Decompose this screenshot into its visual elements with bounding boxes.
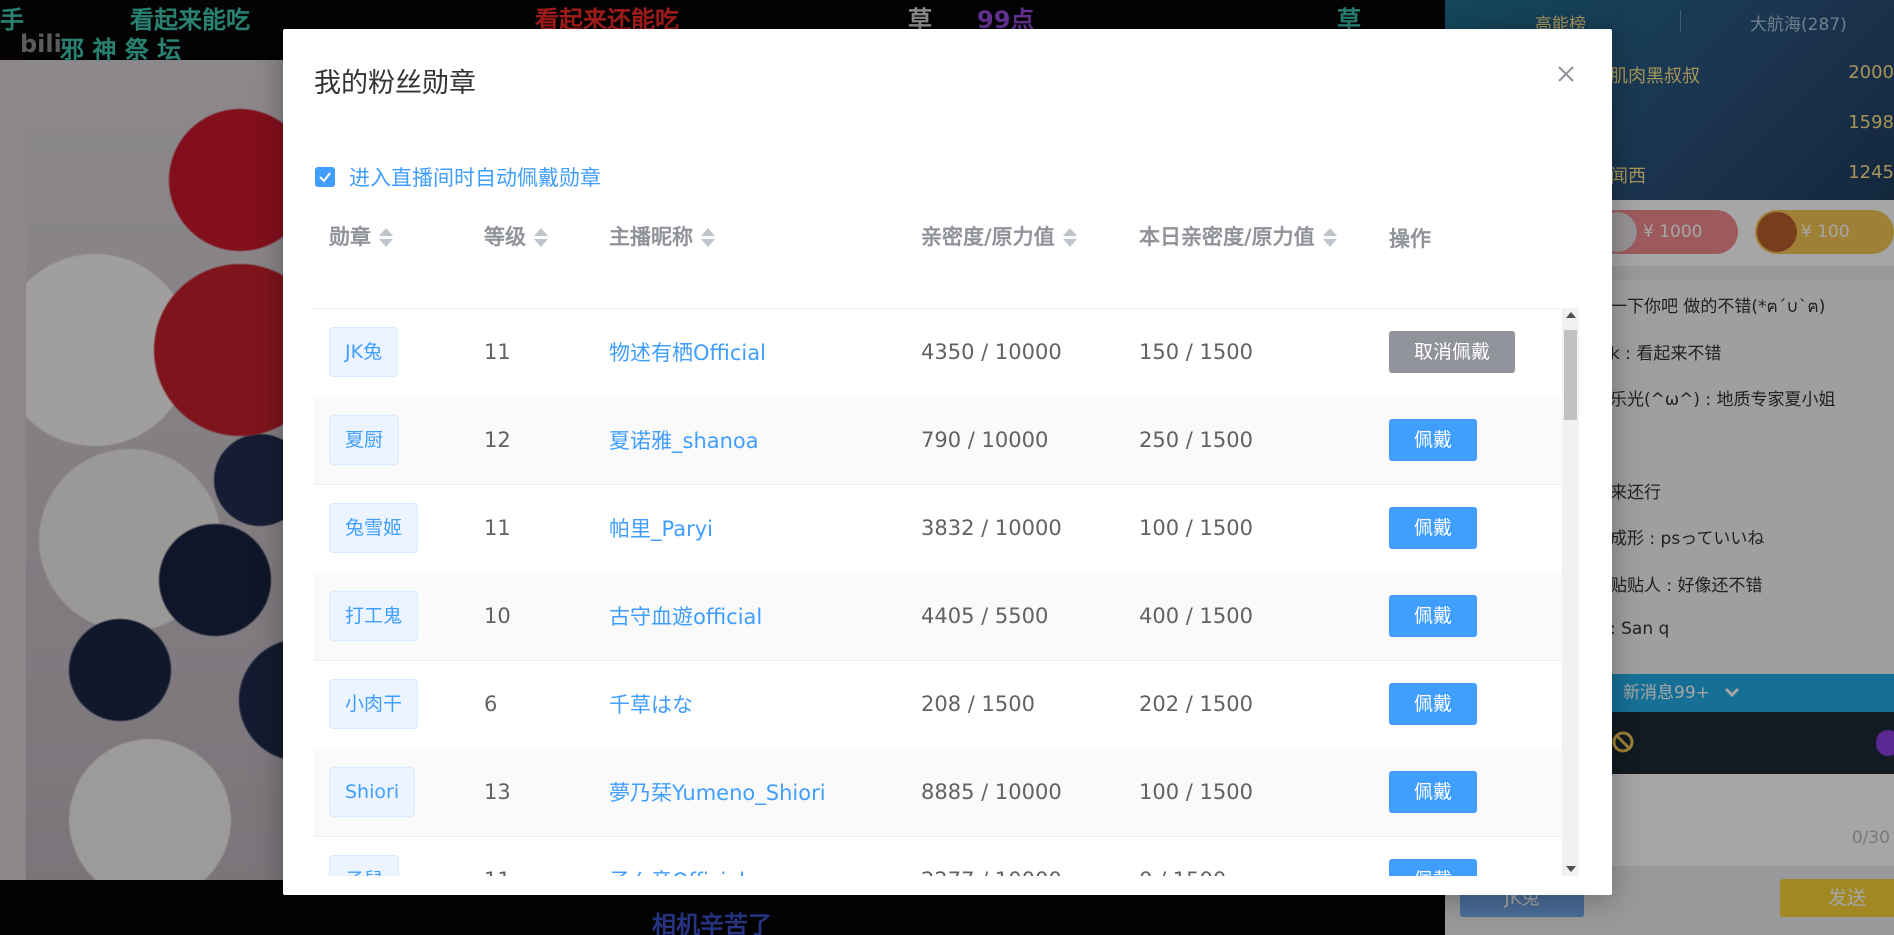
table-row: 夏厨 12 夏诺雅_shanoa 790 / 10000 250 / 1500 … [314,396,1562,485]
table-row: JK兔 11 物述有栖Official 4350 / 10000 150 / 1… [314,308,1562,397]
auto-wear-label: 进入直播间时自动佩戴勋章 [349,166,601,190]
intimacy-cell: 4350 / 10000 [921,340,1062,364]
sort-icon[interactable] [379,226,393,248]
medal-tag[interactable]: 夏厨 [329,415,400,465]
anchor-link[interactable]: 子ん音Official [609,865,745,876]
level-cell: 11 [484,340,511,364]
intimacy-cell: 3832 / 10000 [921,516,1062,540]
column-label: 等级 [484,225,526,249]
anchor-link[interactable]: 夏诺雅_shanoa [609,425,759,455]
medal-tag[interactable]: 小肉干 [329,679,419,729]
anchor-link[interactable]: 物述有栖Official [609,337,766,367]
column-label: 勋章 [329,225,371,249]
column-header-anchor[interactable]: 主播昵称 [609,212,715,308]
intimacy-cell: 4405 / 5500 [921,604,1049,628]
column-header-action: 操作 [1389,212,1431,308]
today-cell: 250 / 1500 [1139,428,1253,452]
wear-button[interactable]: 佩戴 [1389,507,1478,549]
table-row: Shiori 13 夢乃栞Yumeno_Shiori 8885 / 10000 … [314,748,1562,837]
sort-icon[interactable] [701,226,715,248]
medal-tag[interactable]: 子鼠 [329,855,400,876]
unwear-button[interactable]: 取消佩戴 [1389,331,1516,373]
medal-tag[interactable]: Shiori [329,767,416,817]
auto-wear-checkbox[interactable]: 进入直播间时自动佩戴勋章 [315,161,601,193]
scroll-down-arrow-icon[interactable] [1566,866,1576,872]
today-cell: 400 / 1500 [1139,604,1253,628]
column-label: 亲密度/原力值 [921,225,1055,249]
today-cell: 202 / 1500 [1139,692,1253,716]
medal-tag[interactable]: 兔雪姬 [329,503,419,553]
column-header-medal[interactable]: 勋章 [329,212,393,308]
level-cell: 11 [484,836,511,876]
wear-button[interactable]: 佩戴 [1389,771,1478,813]
level-cell: 10 [484,604,511,628]
column-header-intimacy[interactable]: 亲密度/原力值 [921,212,1077,308]
wear-button[interactable]: 佩戴 [1389,595,1478,637]
column-header-today[interactable]: 本日亲密度/原力值 [1139,212,1337,308]
anchor-link[interactable]: 帕里_Paryi [609,513,713,543]
medal-tag[interactable]: 打工鬼 [329,591,419,641]
close-icon[interactable] [1551,59,1581,89]
wear-button[interactable]: 佩戴 [1389,683,1478,725]
table-header: 勋章 等级 主播昵称 亲密度/原力值 本日亲密度/原力值 操作 [314,212,1579,309]
table-row: 子鼠 11 子ん音Official 2277 / 10000 0 / 1500 … [314,836,1562,876]
fan-medal-dialog: 我的粉丝勋章 进入直播间时自动佩戴勋章 勋章 等级 主播昵称 亲密度/原力值 本… [283,29,1612,895]
today-cell: 100 / 1500 [1139,780,1253,804]
column-header-level[interactable]: 等级 [484,212,548,308]
medal-table-body[interactable]: JK兔 11 物述有栖Official 4350 / 10000 150 / 1… [314,308,1562,876]
table-scrollbar[interactable] [1562,308,1579,876]
sort-icon[interactable] [534,226,548,248]
scroll-up-arrow-icon[interactable] [1566,312,1576,318]
sort-icon[interactable] [1062,226,1077,248]
column-label: 本日亲密度/原力值 [1139,225,1315,249]
anchor-link[interactable]: 古守血遊official [609,601,762,631]
checkbox-checked-icon[interactable] [315,167,335,187]
table-row: 兔雪姬 11 帕里_Paryi 3832 / 10000 100 / 1500 … [314,484,1562,573]
table-row: 小肉干 6 千草はな 208 / 1500 202 / 1500 佩戴 [314,660,1562,749]
anchor-link[interactable]: 夢乃栞Yumeno_Shiori [609,777,826,807]
level-cell: 12 [484,428,511,452]
table-row: 打工鬼 10 古守血遊official 4405 / 5500 400 / 15… [314,572,1562,661]
level-cell: 6 [484,692,498,716]
today-cell: 150 / 1500 [1139,340,1253,364]
intimacy-cell: 8885 / 10000 [921,780,1062,804]
column-label: 操作 [1389,227,1431,251]
sort-icon[interactable] [1322,226,1337,248]
level-cell: 11 [484,516,511,540]
intimacy-cell: 2277 / 10000 [921,836,1062,876]
today-cell: 100 / 1500 [1139,516,1253,540]
dialog-title: 我的粉丝勋章 [314,68,476,99]
medal-tag[interactable]: JK兔 [329,327,399,377]
today-cell: 0 / 1500 [1139,836,1226,876]
anchor-link[interactable]: 千草はな [609,689,693,719]
scrollbar-thumb[interactable] [1564,330,1577,420]
intimacy-cell: 208 / 1500 [921,692,1035,716]
column-label: 主播昵称 [609,225,693,249]
level-cell: 13 [484,780,511,804]
intimacy-cell: 790 / 10000 [921,428,1049,452]
wear-button[interactable]: 佩戴 [1389,859,1478,876]
wear-button[interactable]: 佩戴 [1389,419,1478,461]
